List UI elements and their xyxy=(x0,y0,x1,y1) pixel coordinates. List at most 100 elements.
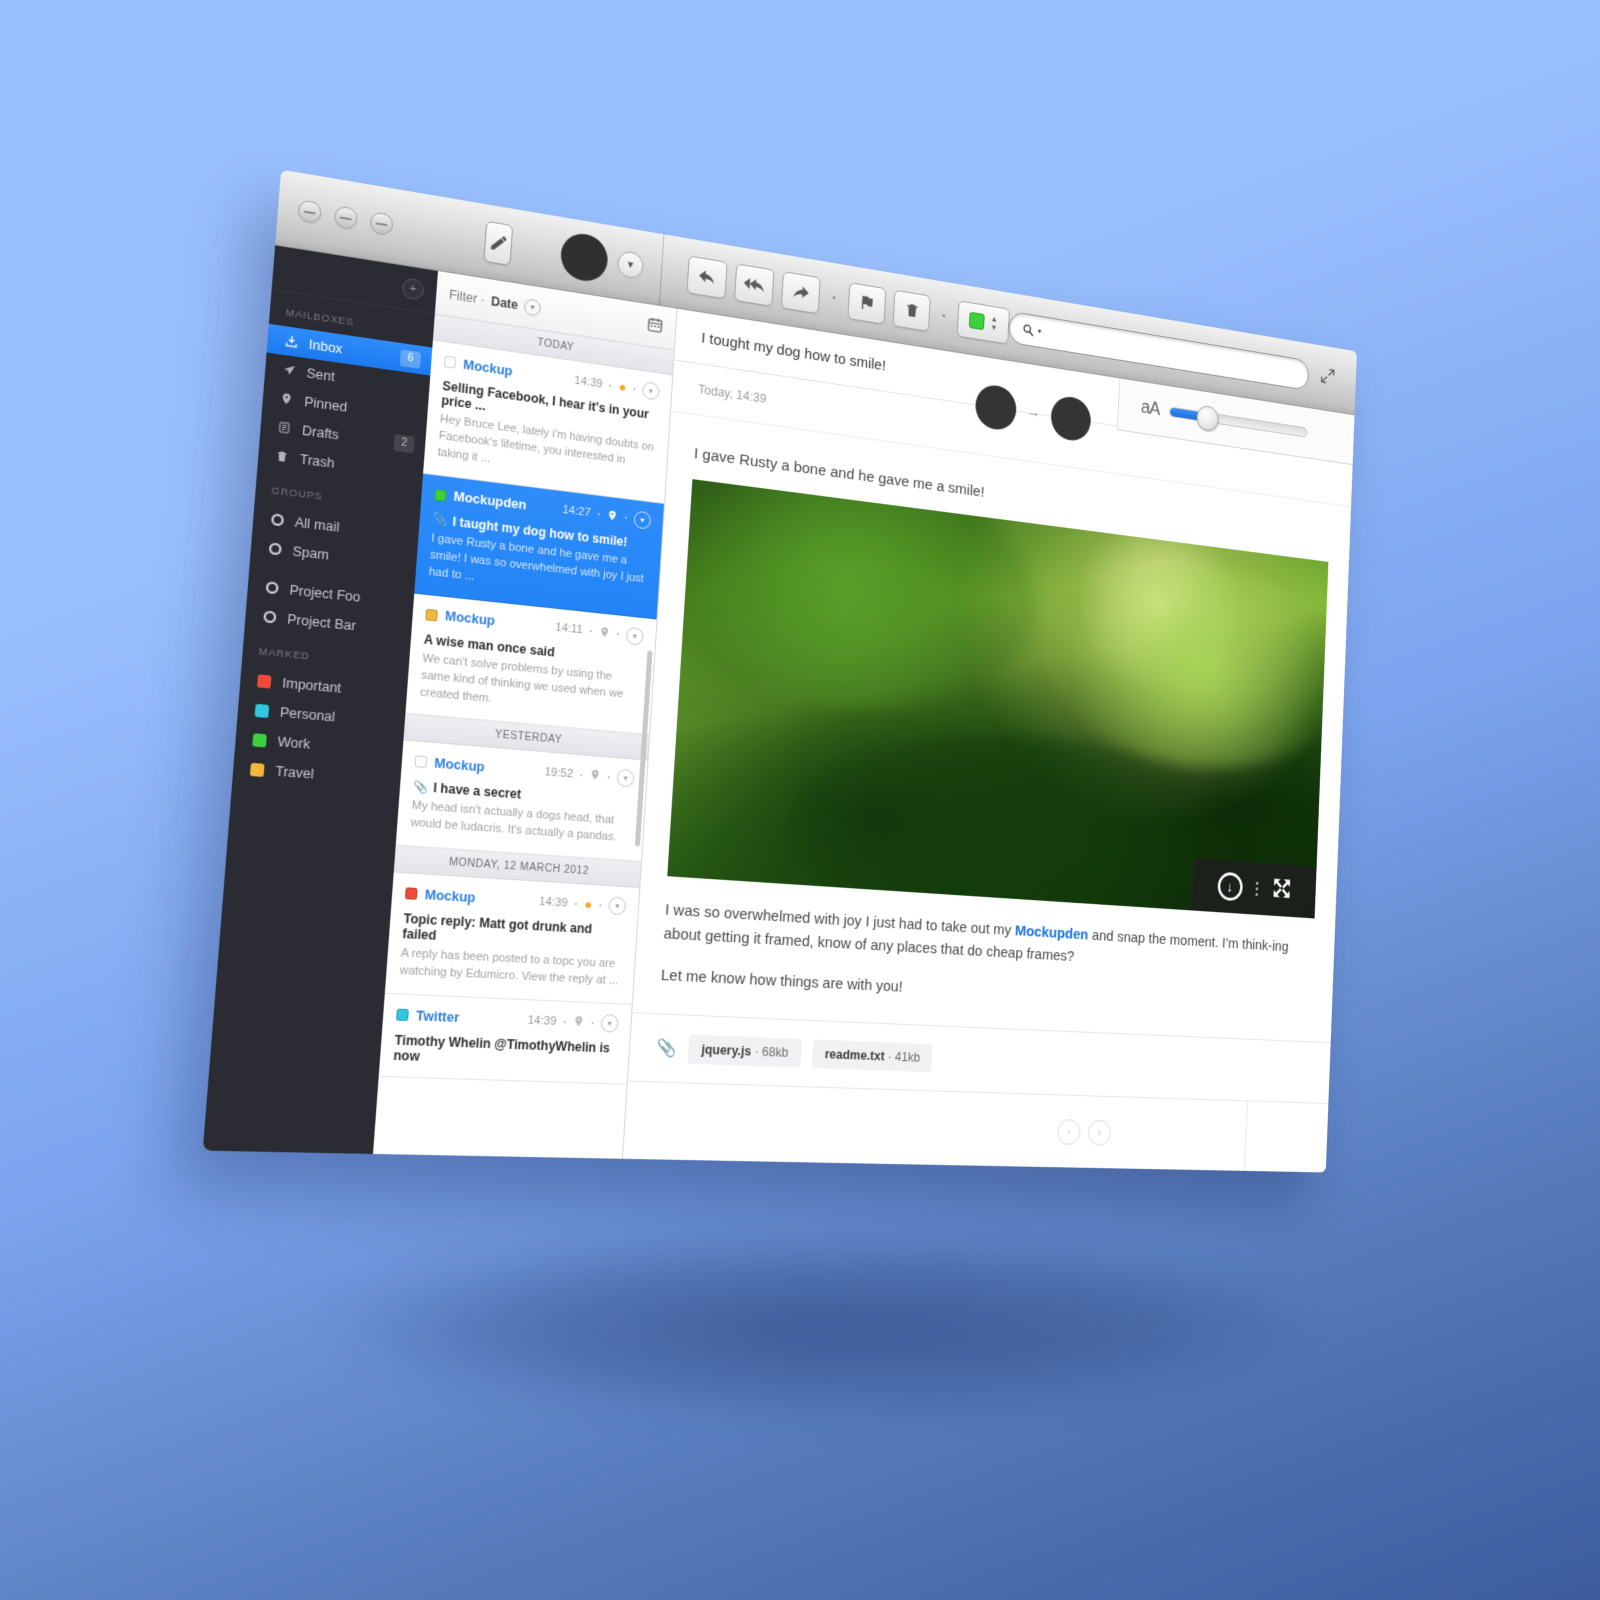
list-item-time: 14:39 xyxy=(574,373,603,391)
swatch-icon xyxy=(251,732,268,747)
dot-separator xyxy=(580,773,583,777)
attachment-chip[interactable]: jquery.js · 68kb xyxy=(687,1034,802,1068)
compose-button[interactable] xyxy=(483,220,514,266)
pin-icon xyxy=(278,391,295,407)
chevron-down-icon[interactable]: ▾ xyxy=(600,1014,619,1033)
sidebar-item-label: Personal xyxy=(279,704,336,725)
pin-icon[interactable]: ● xyxy=(618,379,627,395)
list-item-sender: Mockup xyxy=(424,887,477,906)
list-item[interactable]: Mockup 14:39 ● ▾ Topic reply: Matt got d… xyxy=(384,872,640,1006)
forward-arrow-icon xyxy=(793,284,810,300)
list-item-time: 19:52 xyxy=(544,765,574,781)
mockupden-link[interactable]: Mockupden xyxy=(1015,922,1089,943)
sidebar-item-badge: 6 xyxy=(399,348,422,369)
attachment-name: jquery.js xyxy=(700,1042,752,1059)
prev-message-button[interactable]: ‹ xyxy=(1056,1118,1081,1145)
stepper-icon[interactable]: ▲ ▼ xyxy=(990,314,998,332)
trash-icon xyxy=(906,303,918,318)
dot-separator xyxy=(633,387,636,390)
chevron-down-icon[interactable]: ▾ xyxy=(641,381,660,401)
ring-icon xyxy=(261,610,278,624)
dot-separator xyxy=(617,632,620,636)
sidebar-item-label: Spam xyxy=(292,543,330,563)
dot-separator xyxy=(599,904,602,907)
expand-fullscreen-icon[interactable] xyxy=(1270,875,1292,904)
reply-button[interactable] xyxy=(686,254,728,299)
message-timestamp: Today, 14:39 xyxy=(697,381,767,406)
chevron-down-icon[interactable]: ▾ xyxy=(633,510,652,530)
pin-icon[interactable] xyxy=(598,624,610,641)
pin-icon[interactable] xyxy=(589,768,601,784)
sidebar-item-label: Trash xyxy=(299,451,336,471)
list-item-time: 14:11 xyxy=(554,621,584,637)
forest-canopy-photo[interactable]: ↓ xyxy=(667,479,1329,919)
minimize-button[interactable] xyxy=(333,205,359,231)
traffic-lights[interactable] xyxy=(277,196,440,244)
attachment-name: readme.txt xyxy=(824,1047,885,1064)
reply-all-button[interactable] xyxy=(734,262,775,307)
ring-icon xyxy=(269,513,286,527)
list-item-time: 14:39 xyxy=(538,895,569,910)
chevron-down-icon[interactable]: ▾ xyxy=(616,769,635,789)
dot-separator xyxy=(574,902,578,905)
paperclip-icon: 📎 xyxy=(655,1039,677,1059)
stepper-down[interactable]: ▼ xyxy=(990,322,997,332)
filter-value[interactable]: Date xyxy=(491,293,519,311)
list-item[interactable]: Twitter 14:39 ▾ Timothy Whelin @TimothyW… xyxy=(378,994,632,1085)
sidebar-item-label: Pinned xyxy=(303,393,348,415)
search-dropdown-caret[interactable]: ▾ xyxy=(1038,327,1042,336)
font-size-slider[interactable] xyxy=(1169,404,1308,438)
forward-button[interactable] xyxy=(780,270,821,314)
sidebar-item-label: Project Bar xyxy=(286,611,357,634)
list-item[interactable]: Mockup 14:11 ▾ A wise man once said We c… xyxy=(405,593,657,736)
calendar-icon[interactable] xyxy=(646,315,664,338)
label-swatch-icon xyxy=(404,887,418,901)
chevron-down-icon[interactable]: ▾ xyxy=(523,297,542,317)
label-swatch-icon xyxy=(425,608,438,622)
next-message-button[interactable]: › xyxy=(1087,1119,1112,1146)
attachment-chip[interactable]: readme.txt · 41kb xyxy=(811,1039,933,1073)
drafts-icon xyxy=(276,420,293,436)
label-swatch-icon xyxy=(968,311,985,331)
footer-divider xyxy=(1244,1100,1248,1172)
send-icon xyxy=(281,362,298,378)
pin-icon[interactable] xyxy=(573,1014,585,1030)
download-icon[interactable]: ↓ xyxy=(1216,871,1243,902)
sender-avatar[interactable] xyxy=(973,382,1017,432)
chevron-down-icon[interactable]: ▾ xyxy=(625,626,644,646)
chevron-down-icon[interactable]: ▾ xyxy=(608,896,627,916)
sidebar-item-label: Drafts xyxy=(301,422,340,443)
list-item-preview: A reply has been posted to a topc you ar… xyxy=(399,947,619,988)
resize-expand-icon[interactable] xyxy=(1319,366,1336,391)
photo-highlight xyxy=(667,479,1042,726)
add-mailbox-icon[interactable]: + xyxy=(401,276,425,301)
dot-separator xyxy=(563,1020,566,1023)
list-item-sender: Twitter xyxy=(415,1008,460,1025)
dot-separator xyxy=(597,513,600,516)
sidebar-item-label: Work xyxy=(277,733,311,752)
dot-separator xyxy=(609,384,612,387)
inbox-icon xyxy=(283,333,300,349)
reply-arrow-icon xyxy=(698,269,715,284)
dot-separator xyxy=(624,516,627,520)
list-item[interactable]: Mockup 19:52 ▾ 📎 I have a secret My head xyxy=(395,740,648,863)
flag-icon xyxy=(861,295,873,311)
slider-knob[interactable] xyxy=(1196,404,1220,433)
paperclip-icon: 📎 xyxy=(412,780,429,795)
dot-separator xyxy=(607,776,610,779)
flag-button[interactable] xyxy=(847,281,887,325)
dot-separator xyxy=(1255,881,1259,896)
pencil-icon xyxy=(490,234,507,252)
list-item-subject: Timothy Whelin @TimothyWhelin is now xyxy=(392,1032,611,1065)
chevron-down-icon[interactable]: ▾ xyxy=(616,249,645,280)
label-swatch-icon xyxy=(443,355,457,369)
close-button[interactable] xyxy=(297,199,323,225)
label-color-picker[interactable]: ▲ ▼ xyxy=(956,299,1010,345)
recipient-avatar[interactable] xyxy=(1049,393,1092,443)
list-item-header: Mockup 14:39 ● ▾ xyxy=(404,884,627,916)
pin-icon[interactable] xyxy=(606,508,618,525)
pin-icon[interactable]: ● xyxy=(584,896,593,912)
delete-button[interactable] xyxy=(892,289,931,332)
zoom-button[interactable] xyxy=(369,211,394,237)
mail-app-window: ▾ ▲ ▼ ▾ aA + MAILBOXES Inbox 6 Sent Pinn… xyxy=(202,169,1357,1173)
